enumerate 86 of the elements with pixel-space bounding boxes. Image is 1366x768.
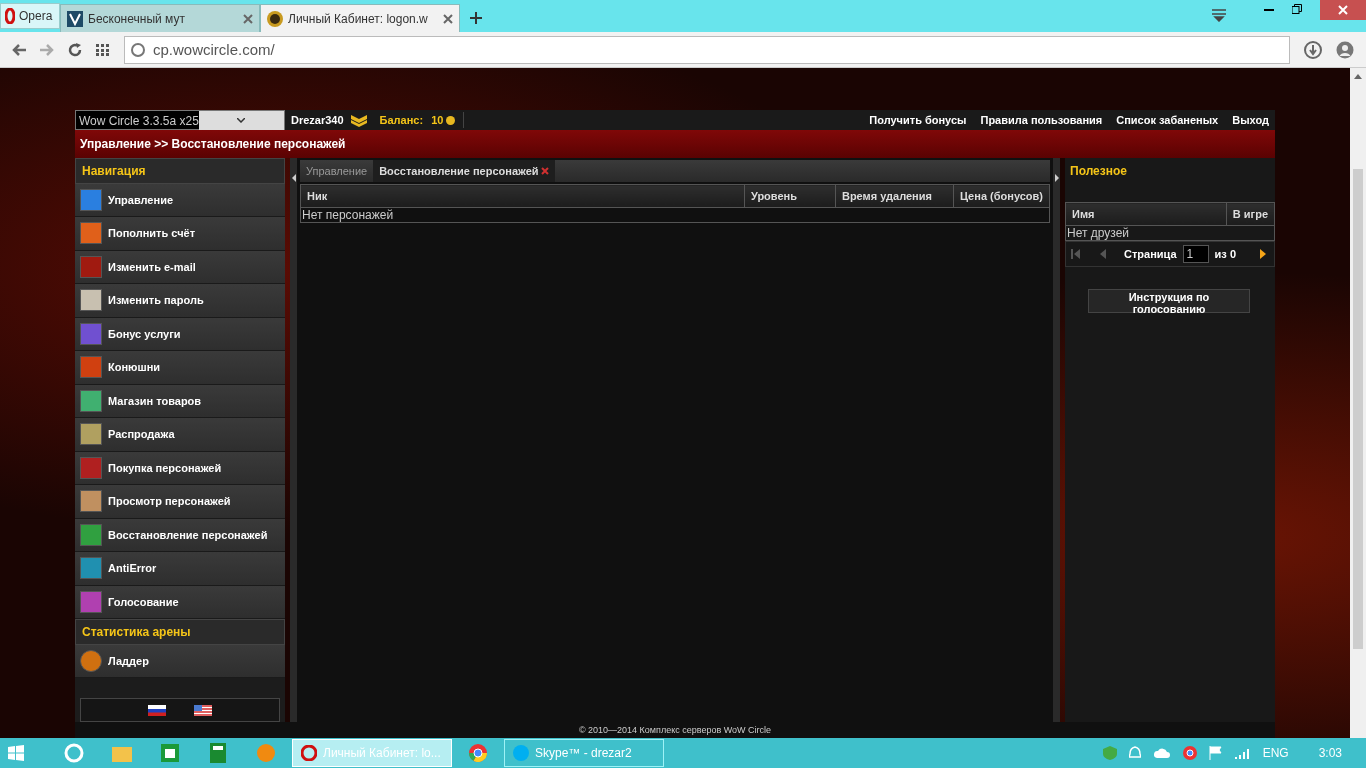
server-select[interactable]: Wow Circle 3.3.5a x25 bbox=[75, 110, 285, 130]
russian-flag-icon[interactable] bbox=[148, 704, 166, 716]
balance-label: Баланс: bbox=[379, 114, 424, 126]
chrome-icon[interactable] bbox=[469, 744, 487, 762]
us-flag-icon[interactable] bbox=[194, 704, 212, 716]
column-header[interactable]: Время удаления bbox=[835, 184, 954, 208]
scrollbar[interactable] bbox=[1350, 68, 1366, 738]
nav-item[interactable]: Конюшни bbox=[75, 351, 285, 385]
chrome-icon[interactable] bbox=[1182, 746, 1197, 760]
nav-item[interactable]: Восстановление персонажей bbox=[75, 518, 285, 553]
restore-icon[interactable] bbox=[1292, 4, 1302, 14]
copyright-text: © 2010—2014 Комплекс серверов WoW Circle bbox=[75, 722, 1275, 738]
page-tab[interactable]: Управление bbox=[300, 160, 374, 182]
nav-item[interactable]: AntiError bbox=[75, 552, 285, 586]
plus-icon[interactable] bbox=[470, 12, 482, 24]
collapse-handle[interactable] bbox=[1053, 158, 1060, 722]
calculator-icon[interactable] bbox=[210, 743, 226, 763]
section-header: Статистика арены bbox=[75, 619, 285, 645]
column-header[interactable]: Уровень bbox=[744, 184, 836, 208]
opera-menu-button[interactable]: Opera bbox=[0, 3, 60, 29]
rank-chevron-icon bbox=[349, 113, 368, 127]
nav-item[interactable]: Изменить пароль bbox=[75, 284, 285, 318]
caret-icon bbox=[1054, 174, 1059, 182]
minimize-icon[interactable] bbox=[1264, 8, 1274, 12]
section-header: Навигация bbox=[75, 158, 285, 184]
caret-icon bbox=[291, 174, 296, 182]
user-icon[interactable] bbox=[1336, 40, 1354, 59]
flag-icon[interactable] bbox=[1208, 746, 1223, 760]
balance-value: 10 bbox=[431, 114, 444, 126]
nav-item[interactable]: Управление bbox=[75, 183, 285, 218]
close-icon bbox=[1338, 5, 1348, 15]
column-header[interactable]: Цена (бонусов) bbox=[953, 184, 1050, 208]
header-link[interactable]: Список забаненых bbox=[1116, 114, 1219, 126]
menu-icon[interactable] bbox=[1212, 8, 1226, 22]
nav-item[interactable]: Покупка персонажей bbox=[75, 451, 285, 486]
nav-item[interactable]: Магазин товаров bbox=[75, 384, 285, 419]
header-link[interactable]: Правила пользования bbox=[980, 114, 1103, 126]
nav-item[interactable]: Голосование bbox=[75, 585, 285, 620]
o-logo-icon bbox=[5, 8, 15, 24]
close-icon[interactable] bbox=[540, 167, 549, 175]
nav-item[interactable]: Просмотр персонажей bbox=[75, 485, 285, 519]
page-input[interactable]: 1 bbox=[1182, 245, 1209, 263]
reload-icon[interactable] bbox=[68, 42, 82, 57]
nav-item[interactable]: Бонус услуги bbox=[75, 317, 285, 352]
nav-item[interactable]: Пополнить счёт bbox=[75, 217, 285, 251]
close-icon[interactable] bbox=[443, 13, 453, 24]
grid-icon[interactable] bbox=[96, 43, 110, 56]
empty-message: Нет друзей bbox=[1065, 225, 1275, 241]
close-button[interactable] bbox=[1320, 0, 1366, 20]
nav-item[interactable]: Распродажа bbox=[75, 418, 285, 452]
next-page-icon[interactable] bbox=[1260, 249, 1267, 259]
collapse-handle[interactable] bbox=[290, 158, 297, 722]
column-header[interactable]: В игре bbox=[1226, 202, 1275, 226]
windows-logo-icon[interactable] bbox=[8, 745, 24, 761]
nav-item[interactable]: Ладдер bbox=[75, 644, 285, 679]
close-icon[interactable] bbox=[243, 13, 253, 24]
column-header[interactable]: Ник bbox=[300, 184, 745, 208]
nav-item[interactable]: Изменить e-mail bbox=[75, 250, 285, 285]
page-label: Страница bbox=[1124, 248, 1177, 260]
bell-icon[interactable] bbox=[1128, 746, 1141, 760]
browser-tab[interactable]: Личный Кабинет: logon.w bbox=[260, 4, 460, 32]
signal-icon[interactable] bbox=[1234, 747, 1251, 759]
caret-icon bbox=[237, 118, 246, 123]
breadcrumb: Управление >> Восстановление персонажей bbox=[75, 130, 1275, 158]
scroll-up-icon[interactable] bbox=[1354, 74, 1362, 79]
forward-icon[interactable] bbox=[40, 43, 54, 56]
first-page-icon[interactable] bbox=[1071, 249, 1081, 259]
header-link[interactable]: Выход bbox=[1232, 114, 1269, 126]
download-icon[interactable] bbox=[1304, 40, 1322, 59]
username: Drezar340 bbox=[291, 114, 344, 126]
page-count: из 0 bbox=[1214, 248, 1236, 260]
page-tab[interactable]: Восстановление персонажей bbox=[373, 160, 555, 182]
column-header[interactable]: Имя bbox=[1065, 202, 1227, 226]
bag-icon[interactable] bbox=[161, 744, 179, 762]
cloud-icon[interactable] bbox=[1152, 747, 1171, 759]
address-field[interactable]: cp.wowcircle.com/ bbox=[124, 35, 1290, 64]
header-link[interactable]: Получить бонусы bbox=[869, 114, 967, 126]
coin-icon bbox=[446, 115, 456, 125]
panel-title: Полезное bbox=[1069, 163, 1128, 180]
browser-tab[interactable]: Бесконечный мут bbox=[60, 4, 260, 32]
empty-message: Нет персонажей bbox=[300, 207, 1050, 223]
o-logo-icon bbox=[301, 745, 317, 761]
previous-page-icon[interactable] bbox=[1099, 249, 1106, 259]
v-logo-icon bbox=[67, 10, 83, 27]
voting-guide-button[interactable]: Инструкция по голосованию bbox=[1088, 289, 1250, 313]
back-icon[interactable] bbox=[12, 43, 26, 56]
